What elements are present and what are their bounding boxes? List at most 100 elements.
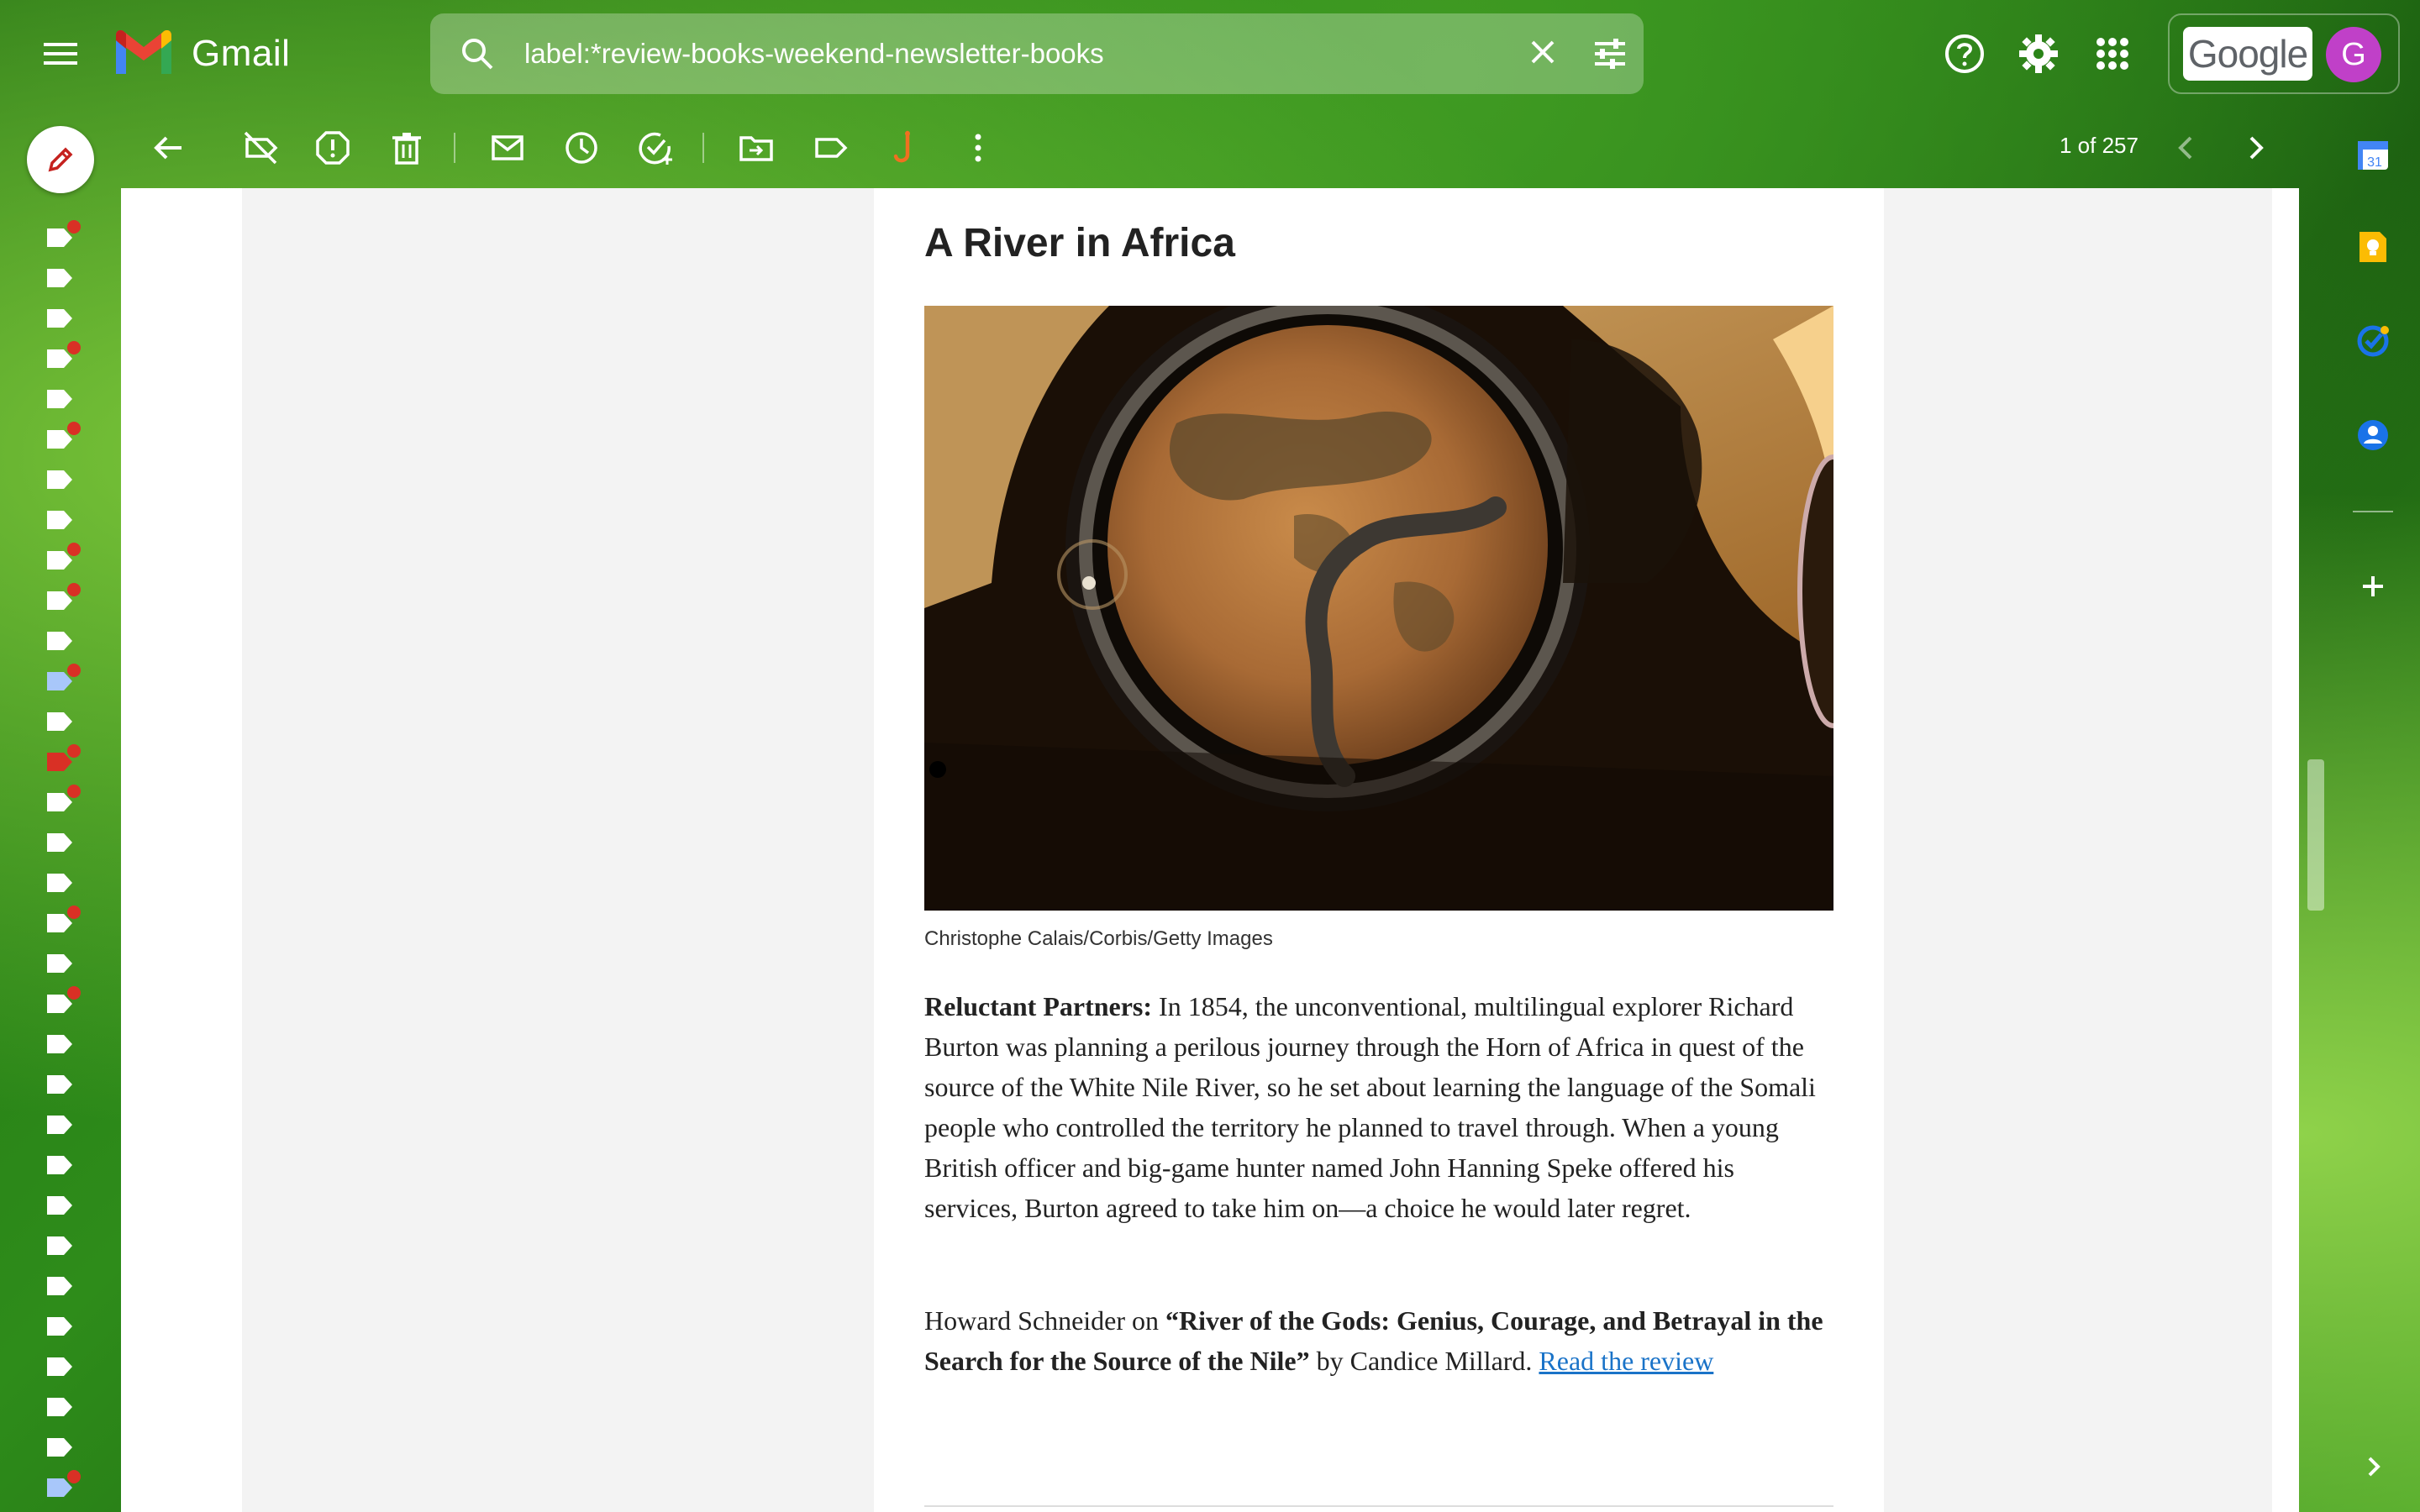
label-item[interactable] [47,1398,72,1416]
newsletter-article: A River in Africa Christophe Calais/Corb… [874,188,1884,1512]
label-item[interactable] [47,1438,72,1457]
mark-unread-icon[interactable] [489,129,526,166]
contacts-icon[interactable] [2354,417,2391,454]
email-body-background: A River in Africa Christophe Calais/Corb… [242,188,2272,1512]
unread-dot [67,744,81,758]
label-item[interactable] [47,954,72,973]
back-arrow-icon[interactable] [150,129,187,166]
toolbar-divider [454,133,455,163]
search-icon[interactable] [460,37,494,71]
label-item[interactable] [47,1196,72,1215]
compose-button[interactable] [27,126,94,193]
hook-icon[interactable] [886,129,923,166]
label-tag-icon [47,712,72,731]
label-icon[interactable] [812,129,849,166]
add-task-icon[interactable] [637,129,674,166]
side-panel: 31 [2326,108,2420,1512]
label-item[interactable] [47,712,72,731]
clear-icon[interactable] [1526,35,1560,69]
label-item[interactable] [47,874,72,892]
unread-dot [67,341,81,354]
reading-pane: A River in Africa Christophe Calais/Corb… [121,188,2299,1512]
label-item[interactable] [47,785,81,811]
snooze-icon[interactable] [563,129,600,166]
label-item[interactable] [47,1470,81,1497]
delete-icon[interactable] [388,129,425,166]
label-item[interactable] [47,543,81,570]
gear-icon[interactable] [2017,32,2060,76]
account-switcher[interactable]: Google G [2168,13,2400,94]
photo-credit: Christophe Calais/Corbis/Getty Images [924,927,1273,950]
label-off-icon[interactable] [242,129,279,166]
label-item[interactable] [47,1317,72,1336]
unread-dot [67,664,81,677]
top-bar: Gmail Google G [0,0,2420,108]
app-name: Gmail [192,33,291,74]
label-tag-icon [47,1317,72,1336]
label-item[interactable] [47,664,81,690]
label-item[interactable] [47,1236,72,1255]
label-item[interactable] [47,422,81,449]
calendar-icon[interactable]: 31 [2354,136,2391,173]
label-item[interactable] [47,632,72,650]
label-item[interactable] [47,1357,72,1376]
move-to-icon[interactable] [738,129,775,166]
label-item[interactable] [47,470,72,489]
article-photo [924,306,1833,911]
label-item[interactable] [47,269,72,287]
message-toolbar: 1 of 257 [134,108,2299,188]
section-divider [924,1505,1833,1507]
label-tag-icon [47,954,72,973]
toolbar-divider [702,133,704,163]
pencil-icon [48,147,73,172]
unread-dot [67,986,81,1000]
plus-icon[interactable] [2354,568,2391,605]
label-tag-icon [47,1196,72,1215]
scrollbar[interactable] [2306,188,2326,1512]
label-tag-icon [47,269,72,287]
tune-icon[interactable] [1591,35,1628,72]
chevron-left-icon[interactable] [2168,129,2205,166]
chevron-right-icon[interactable] [2237,129,2274,166]
label-tag-icon [47,833,72,852]
tasks-icon[interactable] [2354,323,2391,360]
label-tag-icon [47,309,72,328]
label-item[interactable] [47,833,72,852]
help-icon[interactable] [1943,32,1986,76]
search-input[interactable] [524,32,1449,76]
label-item[interactable] [47,1116,72,1134]
label-tag-icon [47,1236,72,1255]
more-vert-icon[interactable] [960,129,997,166]
label-item[interactable] [47,986,81,1013]
gmail-logo[interactable]: Gmail [113,30,290,77]
search-bar[interactable] [430,13,1644,94]
unread-dot [67,220,81,234]
label-tag-icon [47,1075,72,1094]
label-item[interactable] [47,906,81,932]
report-spam-icon[interactable] [314,129,351,166]
read-review-link[interactable]: Read the review [1539,1346,1713,1376]
label-tag-icon [47,390,72,408]
label-item[interactable] [47,390,72,408]
label-item[interactable] [47,341,81,368]
side-panel-divider [2353,511,2393,512]
label-item[interactable] [47,744,81,771]
label-item[interactable] [47,1075,72,1094]
apps-grid-icon[interactable] [2091,32,2134,76]
label-item[interactable] [47,511,72,529]
label-item[interactable] [47,1035,72,1053]
unread-dot [67,1470,81,1483]
label-item[interactable] [47,220,81,247]
pagination-count: 1 of 257 [2060,133,2139,158]
label-item[interactable] [47,583,81,610]
label-item[interactable] [47,1156,72,1174]
label-item[interactable] [47,309,72,328]
scrollbar-thumb[interactable] [2307,759,2324,911]
menu-icon[interactable] [34,30,87,77]
unread-dot [67,906,81,919]
label-tag-icon [47,1156,72,1174]
chevron-right-icon[interactable] [2354,1448,2391,1485]
avatar[interactable]: G [2326,27,2381,82]
label-item[interactable] [47,1277,72,1295]
keep-icon[interactable] [2354,228,2391,265]
